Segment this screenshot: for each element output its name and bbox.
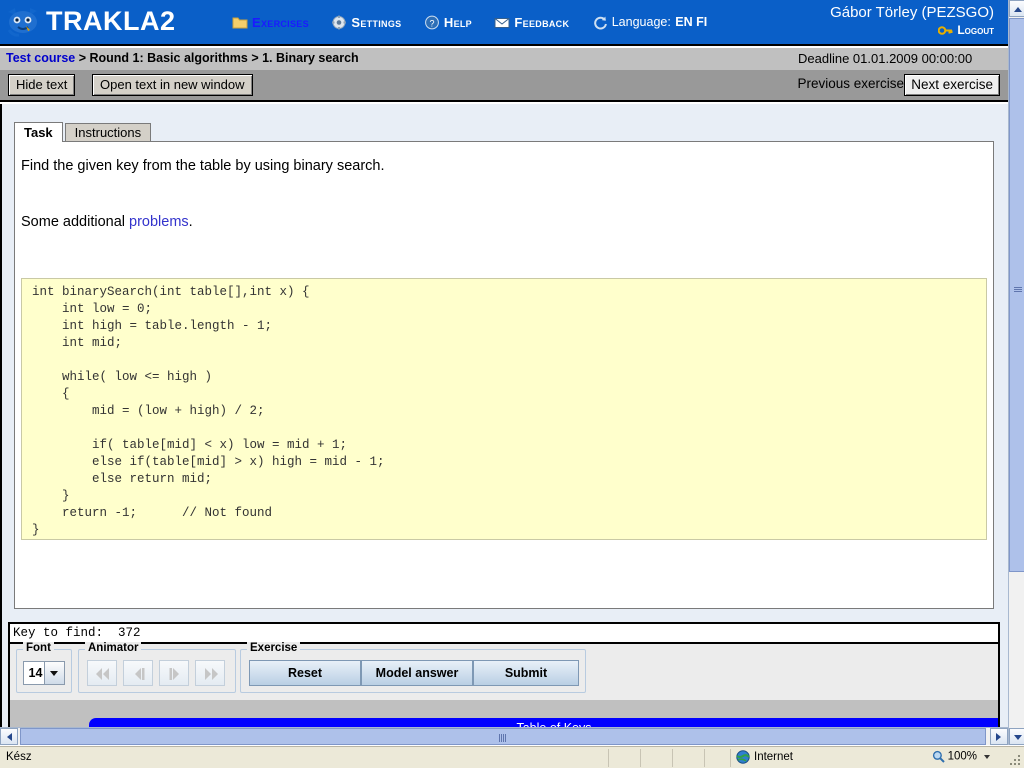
deadline-text: Deadline 01.01.2009 00:00:00: [798, 51, 973, 66]
scroll-grip-icon: [499, 734, 507, 742]
font-size-select[interactable]: 14: [23, 661, 65, 685]
key-to-find-field: Key to find: 372: [8, 622, 1000, 644]
status-divider: [672, 749, 673, 767]
exercise-group: Exercise Reset Model answer Submit: [240, 642, 586, 693]
horizontal-scroll-thumb[interactable]: [20, 728, 986, 745]
exercise-toolbar: Hide text Open text in new window Previo…: [0, 70, 1008, 102]
font-group-label: Font: [23, 642, 54, 654]
model-answer-button[interactable]: Model answer: [361, 660, 473, 686]
nav-item-exercises[interactable]: Exercises: [232, 15, 309, 33]
chevron-down-icon[interactable]: [984, 754, 990, 759]
status-divider: [730, 749, 731, 767]
key-icon: [938, 24, 953, 37]
chevron-down-icon[interactable]: [44, 662, 64, 684]
status-ready-text: Kész: [6, 751, 32, 763]
vertical-scroll-thumb[interactable]: [1009, 18, 1024, 572]
breadcrumb-round: Round 1: Basic algorithms: [89, 51, 248, 65]
nav-item-help[interactable]: ? Help: [424, 15, 472, 33]
security-zone[interactable]: Internet: [736, 750, 793, 764]
question-help-icon: ?: [424, 15, 440, 30]
problems-link[interactable]: problems: [129, 214, 189, 230]
zoom-control[interactable]: 100%: [932, 750, 990, 763]
nav-item-language[interactable]: Language: EN FI: [592, 15, 707, 33]
logout-button[interactable]: Logout: [830, 23, 994, 38]
mascot-logo-icon: [6, 6, 40, 38]
breadcrumb-course-link[interactable]: Test course: [6, 51, 75, 65]
scroll-grip-icon: [1014, 287, 1022, 293]
double-left-icon: [96, 668, 109, 680]
open-text-new-window-button[interactable]: Open text in new window: [92, 74, 253, 96]
code-text: int binarySearch(int table[],int x) { in…: [32, 285, 385, 537]
double-right-icon: [205, 668, 218, 680]
scroll-right-arrow-icon[interactable]: [990, 728, 1008, 745]
reset-button[interactable]: Reset: [249, 660, 361, 686]
breadcrumb-bar: Test course > Round 1: Basic algorithms …: [0, 48, 1008, 70]
visualization-canvas[interactable]: Table of Keys 20602071218222232264233523…: [8, 700, 1000, 728]
nav-item-settings[interactable]: Settings: [331, 15, 401, 33]
refresh-icon: [592, 15, 608, 30]
svg-text:?: ?: [429, 18, 434, 28]
language-label: Language:: [611, 15, 671, 29]
task-panel: Find the given key from the table by usi…: [14, 141, 994, 609]
previous-exercise-link[interactable]: Previous exercise: [797, 76, 904, 91]
globe-icon: [736, 750, 750, 764]
user-name: Gábor Törley (PEZSGO): [830, 4, 994, 21]
nav-label-feedback: Feedback: [514, 15, 570, 30]
task-description: Find the given key from the table by usi…: [21, 158, 385, 174]
task-additional-prefix: Some additional: [21, 214, 130, 230]
animator-group: Animator: [78, 642, 236, 693]
submit-button[interactable]: Submit: [473, 660, 579, 686]
hide-text-button[interactable]: Hide text: [8, 74, 76, 96]
nav-label-exercises: Exercises: [252, 15, 309, 30]
task-additional-line: Some additional problems.: [21, 214, 193, 230]
header-nav: Exercises Settings ? Help Feedback Langu…: [232, 15, 725, 33]
animator-forward-button[interactable]: [159, 660, 189, 686]
code-block: int binarySearch(int table[],int x) { in…: [21, 278, 987, 540]
scroll-left-arrow-icon[interactable]: [0, 728, 18, 745]
breadcrumb: Test course > Round 1: Basic algorithms …: [6, 51, 359, 65]
envelope-icon: [494, 15, 510, 30]
task-additional-suffix: .: [188, 214, 193, 230]
tab-bar: Task Instructions: [14, 122, 153, 142]
status-divider: [704, 749, 705, 767]
right-bar-icon: [169, 668, 179, 680]
left-bar-icon: [135, 668, 145, 680]
tab-instructions[interactable]: Instructions: [64, 123, 152, 142]
user-area: Gábor Törley (PEZSGO) Logout: [830, 4, 994, 38]
applet-content: Task Instructions Find the given key from…: [0, 104, 1008, 728]
font-group: Font 14: [16, 642, 72, 693]
language-value[interactable]: EN FI: [675, 15, 707, 30]
folder-icon: [232, 15, 248, 30]
brand-title: TRAKLA2: [46, 6, 176, 36]
control-strip: Font 14 Animator Exercise Reset Model an…: [8, 642, 1000, 700]
animator-back-button[interactable]: [123, 660, 153, 686]
next-exercise-button[interactable]: Next exercise: [904, 74, 1000, 96]
horizontal-scrollbar[interactable]: [0, 727, 1008, 745]
gear-icon: [331, 15, 347, 30]
exercise-group-label: Exercise: [247, 642, 301, 654]
magnifier-icon: [932, 750, 945, 763]
browser-window: TRAKLA2 Exercises Settings ? Help Feedba…: [0, 0, 1024, 768]
nav-item-feedback[interactable]: Feedback: [494, 15, 569, 33]
animator-last-button[interactable]: [195, 660, 225, 686]
tab-task[interactable]: Task: [14, 122, 63, 142]
scroll-up-arrow-icon[interactable]: [1009, 0, 1024, 17]
breadcrumb-sep-2: >: [247, 51, 263, 65]
zoom-level-label: 100%: [947, 750, 977, 763]
site-header: TRAKLA2 Exercises Settings ? Help Feedba…: [0, 0, 1008, 46]
status-divider: [640, 749, 641, 767]
nav-label-settings: Settings: [351, 15, 402, 30]
scroll-down-arrow-icon[interactable]: [1009, 728, 1024, 745]
animator-first-button[interactable]: [87, 660, 117, 686]
vertical-scrollbar[interactable]: [1008, 0, 1024, 745]
logout-label: Logout: [957, 23, 994, 37]
status-bar: Kész Internet 100%: [0, 746, 1024, 768]
animator-group-label: Animator: [85, 642, 142, 654]
status-divider: [608, 749, 609, 767]
nav-label-help: Help: [443, 15, 472, 30]
breadcrumb-sep-1: >: [75, 51, 90, 65]
security-zone-label: Internet: [754, 751, 793, 764]
resize-grip-icon[interactable]: [1008, 753, 1022, 767]
breadcrumb-exercise: 1. Binary search: [262, 51, 359, 65]
